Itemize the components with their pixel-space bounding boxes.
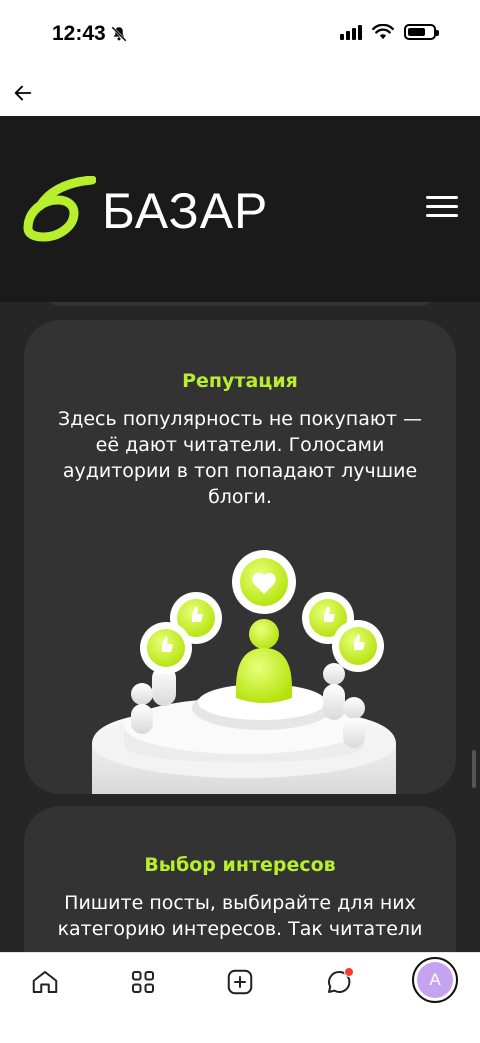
status-icons (340, 24, 439, 40)
chat-tab[interactable] (324, 967, 354, 997)
site-header: БАЗАР (0, 116, 480, 302)
bottom-tab-bar: А (0, 952, 480, 1043)
home-icon[interactable] (30, 967, 60, 997)
card-text: Здесь популярность не покупают — её дают… (58, 408, 422, 508)
feature-card-interests: Выбор интересов Пишите посты, выбирайте … (24, 806, 456, 952)
hamburger-menu-icon[interactable] (426, 196, 458, 220)
signal-icon (340, 24, 362, 40)
wifi-icon (372, 24, 394, 40)
previous-card-edge (44, 302, 436, 306)
scrollbar[interactable] (472, 750, 476, 788)
status-time: 12:43 (52, 22, 128, 46)
avatar: А (417, 962, 453, 998)
feature-card-reputation: Репутация Здесь популярность не покупают… (24, 320, 456, 794)
reputation-illustration (92, 550, 396, 794)
logo-mark-icon (23, 176, 96, 242)
back-arrow-icon[interactable] (12, 82, 34, 104)
grid-icon[interactable] (128, 967, 158, 997)
bell-off-icon (111, 26, 127, 42)
card-title: Репутация (182, 370, 298, 392)
add-post-icon[interactable] (225, 967, 255, 997)
status-bar: 12:43 (0, 0, 480, 70)
main-content: Репутация Здесь популярность не покупают… (0, 302, 480, 952)
battery-icon (404, 24, 439, 40)
profile-tab[interactable]: А (412, 957, 458, 1003)
time-text: 12:43 (52, 22, 106, 45)
card-text: Пишите посты, выбирайте для них категори… (57, 892, 423, 940)
nav-bar (0, 70, 480, 116)
notification-dot (344, 967, 354, 977)
card-title: Выбор интересов (144, 854, 336, 876)
logo-text: БАЗАР (102, 183, 269, 239)
logo[interactable]: БАЗАР (22, 176, 268, 246)
